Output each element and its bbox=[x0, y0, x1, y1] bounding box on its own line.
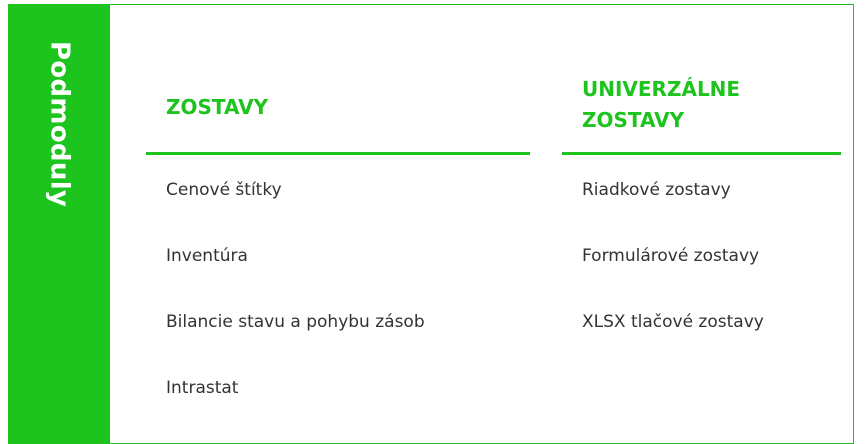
reports-column-header: ZOSTAVY bbox=[146, 5, 530, 155]
reports-link-list: Cenové štítky Inventúra Bilancie stavu a… bbox=[146, 157, 530, 421]
list-item: Inventúra bbox=[146, 223, 530, 289]
list-item: Intrastat bbox=[146, 355, 530, 421]
list-item: XLSX tlačové zostavy bbox=[562, 289, 841, 355]
row-reports-link[interactable]: Riadkové zostavy bbox=[562, 157, 841, 223]
universal-reports-link-list: Riadkové zostavy Formulárové zostavy XLS… bbox=[562, 157, 841, 355]
submodules-side-tab: Podmoduly bbox=[9, 5, 110, 443]
reports-column: ZOSTAVY Cenové štítky Inventúra Bilancie… bbox=[146, 5, 530, 421]
universal-reports-column-title: UNIVERZÁLNE ZOSTAVY bbox=[582, 77, 741, 132]
list-item: Bilancie stavu a pohybu zásob bbox=[146, 289, 530, 355]
universal-reports-column: UNIVERZÁLNE ZOSTAVY Riadkové zostavy For… bbox=[562, 5, 841, 355]
inventory-link[interactable]: Inventúra bbox=[146, 223, 530, 289]
list-item: Riadkové zostavy bbox=[562, 157, 841, 223]
stock-balance-link[interactable]: Bilancie stavu a pohybu zásob bbox=[146, 289, 530, 355]
universal-reports-column-header: UNIVERZÁLNE ZOSTAVY bbox=[562, 5, 841, 155]
list-item: Cenové štítky bbox=[146, 157, 530, 223]
submodules-side-tab-label: Podmoduly bbox=[44, 41, 75, 208]
form-reports-link[interactable]: Formulárové zostavy bbox=[562, 223, 841, 289]
price-labels-link[interactable]: Cenové štítky bbox=[146, 157, 530, 223]
xlsx-print-reports-link[interactable]: XLSX tlačové zostavy bbox=[562, 289, 841, 355]
list-item: Formulárové zostavy bbox=[562, 223, 841, 289]
reports-column-title: ZOSTAVY bbox=[166, 95, 269, 119]
submodules-panel: Podmoduly ZOSTAVY Cenové štítky Inventúr… bbox=[8, 4, 854, 444]
intrastat-link[interactable]: Intrastat bbox=[146, 355, 530, 421]
